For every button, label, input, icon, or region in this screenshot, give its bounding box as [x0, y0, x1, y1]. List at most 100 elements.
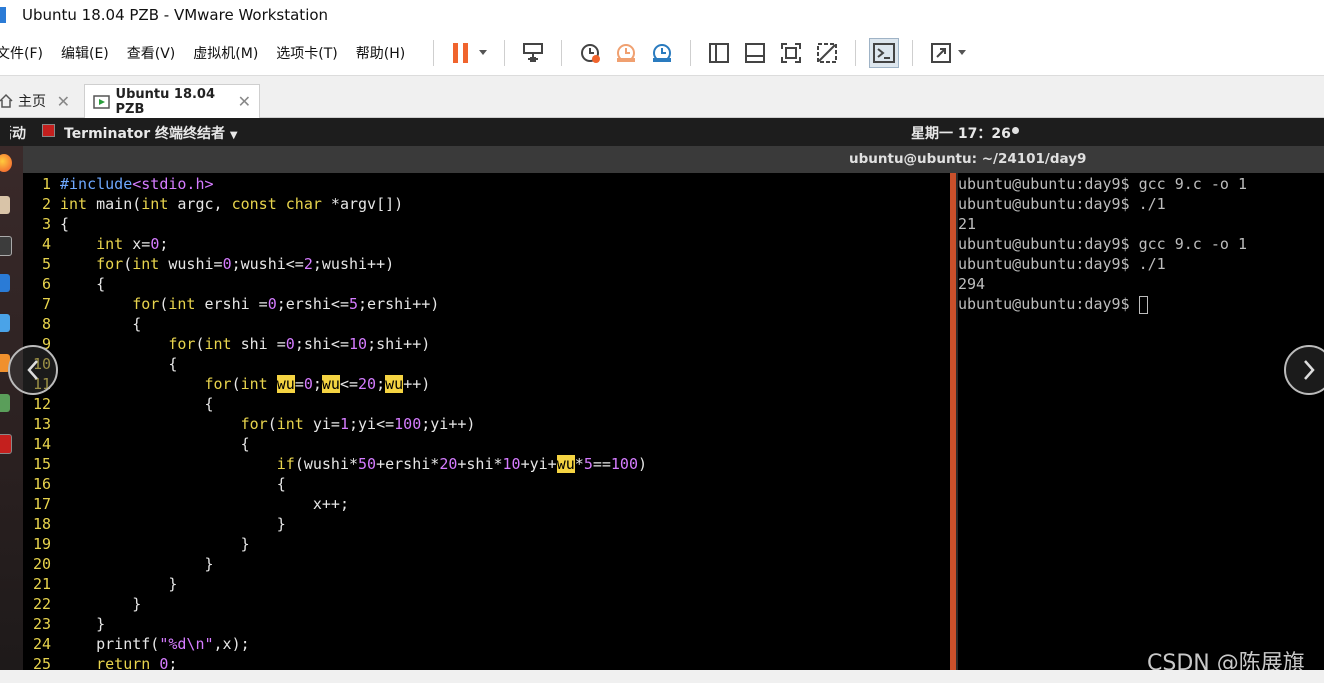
toolbar-separator [433, 39, 435, 66]
window-titlebar: Ubuntu 18.04 PZB - VMware Workstation [0, 0, 1324, 30]
code-text: } [60, 535, 250, 553]
pause-icon [453, 42, 469, 63]
close-icon[interactable]: ✕ [57, 92, 70, 111]
chevron-down-icon: ▼ [229, 130, 238, 141]
line-number: 15 [32, 455, 51, 473]
full-screen-button[interactable] [776, 38, 806, 68]
tab-strip: 主页 ✕ Ubuntu 18.04 PZB ✕ [0, 76, 1324, 118]
code-text: return 0; [96, 655, 178, 670]
line-number: 22 [32, 595, 51, 613]
code-text: x++; [60, 495, 349, 513]
code-text: { [60, 475, 286, 493]
take-snapshot-button[interactable] [575, 38, 605, 68]
shell-prompt: ubuntu@ubuntu:day9$ [958, 295, 1139, 313]
code-text: } [60, 555, 214, 573]
line-number: 24 [32, 635, 51, 653]
code-text: } [60, 515, 286, 533]
stretch-icon [931, 42, 952, 63]
line-number: 1 [41, 175, 51, 193]
menu-tabs[interactable]: 选项卡(T) [276, 43, 337, 63]
line-number: 16 [32, 475, 51, 493]
settings-app-icon[interactable] [0, 394, 10, 412]
line-number: 23 [32, 615, 51, 633]
tab-ubuntu-vm[interactable]: Ubuntu 18.04 PZB ✕ [84, 84, 260, 118]
toolbar-separator [504, 39, 506, 66]
thumbnail-icon [745, 42, 766, 63]
snapshot-manager-button[interactable] [647, 38, 677, 68]
code-text: } [60, 575, 178, 593]
revert-snapshot-button[interactable] [611, 38, 641, 68]
chevron-down-icon [958, 50, 967, 55]
shell-line: ubuntu@ubuntu:day9$ gcc 9.c -o 1 [958, 235, 1247, 253]
line-number: 13 [32, 415, 51, 433]
show-library-button[interactable] [704, 38, 734, 68]
window-title: Ubuntu 18.04 PZB - VMware Workstation [22, 6, 329, 24]
shell-prompt-line: ubuntu@ubuntu:day9$ [958, 294, 1148, 314]
shell-line: ubuntu@ubuntu:day9$ ./1 [958, 195, 1166, 213]
unity-icon [817, 42, 838, 63]
code-text: { [60, 275, 106, 293]
firefox-icon[interactable] [0, 154, 12, 172]
menu-file[interactable]: 文件(F) [0, 43, 43, 63]
previous-button[interactable] [8, 345, 58, 395]
code-text: printf("%d\n",x); [60, 635, 250, 653]
stretch-guest-button[interactable] [926, 38, 970, 68]
revert-snapshot-icon [617, 43, 636, 62]
code-text: } [60, 595, 142, 613]
menu-view[interactable]: 查看(V) [127, 43, 176, 63]
app-menu-label: Terminator 终端终结者 [64, 126, 225, 142]
terminal-title: ubuntu@ubuntu: ~/24101/day9 [849, 151, 1087, 167]
menu-vm[interactable]: 虚拟机(M) [193, 43, 258, 63]
line-number: 7 [41, 295, 51, 313]
code-text: if(wushi*50+ershi*20+shi*10+yi+wu*5==100… [276, 455, 648, 473]
vscode-icon[interactable] [0, 274, 10, 292]
notification-dot-icon [1012, 127, 1019, 134]
panel-clock[interactable]: 星期一 17：26 [911, 123, 1011, 143]
send-ctrl-alt-del-button[interactable] [518, 38, 548, 68]
toolbar-separator [855, 39, 857, 66]
code-text: for(int wu=0;wu<=20;wu++) [204, 375, 431, 393]
activities-button[interactable]: 活动 [10, 123, 26, 143]
menu-edit[interactable]: 编辑(E) [61, 43, 109, 63]
toolbar-separator [690, 39, 692, 66]
vm-icon [93, 94, 110, 109]
line-number: 4 [41, 235, 51, 253]
chevron-left-icon [27, 360, 38, 380]
show-thumbnail-button[interactable] [740, 38, 770, 68]
sidebar-icon [709, 42, 730, 63]
shell-pane[interactable]: ubuntu@ubuntu:day9$ gcc 9.c -o 1 ubuntu@… [958, 173, 1324, 670]
line-number: 18 [32, 515, 51, 533]
tab-ubuntu-vm-label: Ubuntu 18.04 PZB [115, 86, 216, 117]
vim-editor-pane[interactable]: 1 #include<stdio.h> 2 int main(int argc, c… [23, 173, 950, 670]
ubuntu-top-panel: 活动 Terminator 终端终结者 ▼ 星期一 17：26 [0, 118, 1324, 146]
line-number: 3 [41, 215, 51, 233]
chevron-down-icon [479, 50, 488, 55]
console-view-button[interactable] [869, 37, 900, 68]
shell-line: 294 [958, 275, 986, 293]
menu-help[interactable]: 帮助(H) [356, 43, 405, 63]
tab-home[interactable]: 主页 ✕ [0, 84, 78, 118]
line-number: 2 [41, 195, 51, 213]
close-icon[interactable]: ✕ [238, 92, 251, 111]
home-icon [0, 93, 13, 108]
code-text: for(int ershi =0;ershi<=5;ershi++) [132, 295, 440, 313]
code-text: int x=0; [96, 235, 169, 253]
app-menu-button[interactable]: Terminator 终端终结者 ▼ [64, 123, 238, 143]
pause-button[interactable] [447, 38, 491, 68]
tab-home-label: 主页 [18, 94, 46, 110]
line-number: 14 [32, 435, 51, 453]
line-number: 21 [32, 575, 51, 593]
shell-line: ubuntu@ubuntu:day9$ ./1 [958, 255, 1166, 273]
chevron-right-icon [1304, 360, 1315, 380]
files-icon[interactable] [0, 196, 10, 214]
line-number: 20 [32, 555, 51, 573]
terminator-dock-icon[interactable] [0, 434, 12, 454]
ubuntu-dock [0, 146, 23, 670]
console-icon [873, 42, 896, 63]
terminal-icon[interactable] [0, 236, 12, 256]
status-strip [0, 670, 1324, 683]
editor-app-icon[interactable] [0, 314, 10, 332]
shell-line: 21 [958, 215, 977, 233]
unity-button[interactable] [812, 38, 842, 68]
line-number: 12 [32, 395, 51, 413]
